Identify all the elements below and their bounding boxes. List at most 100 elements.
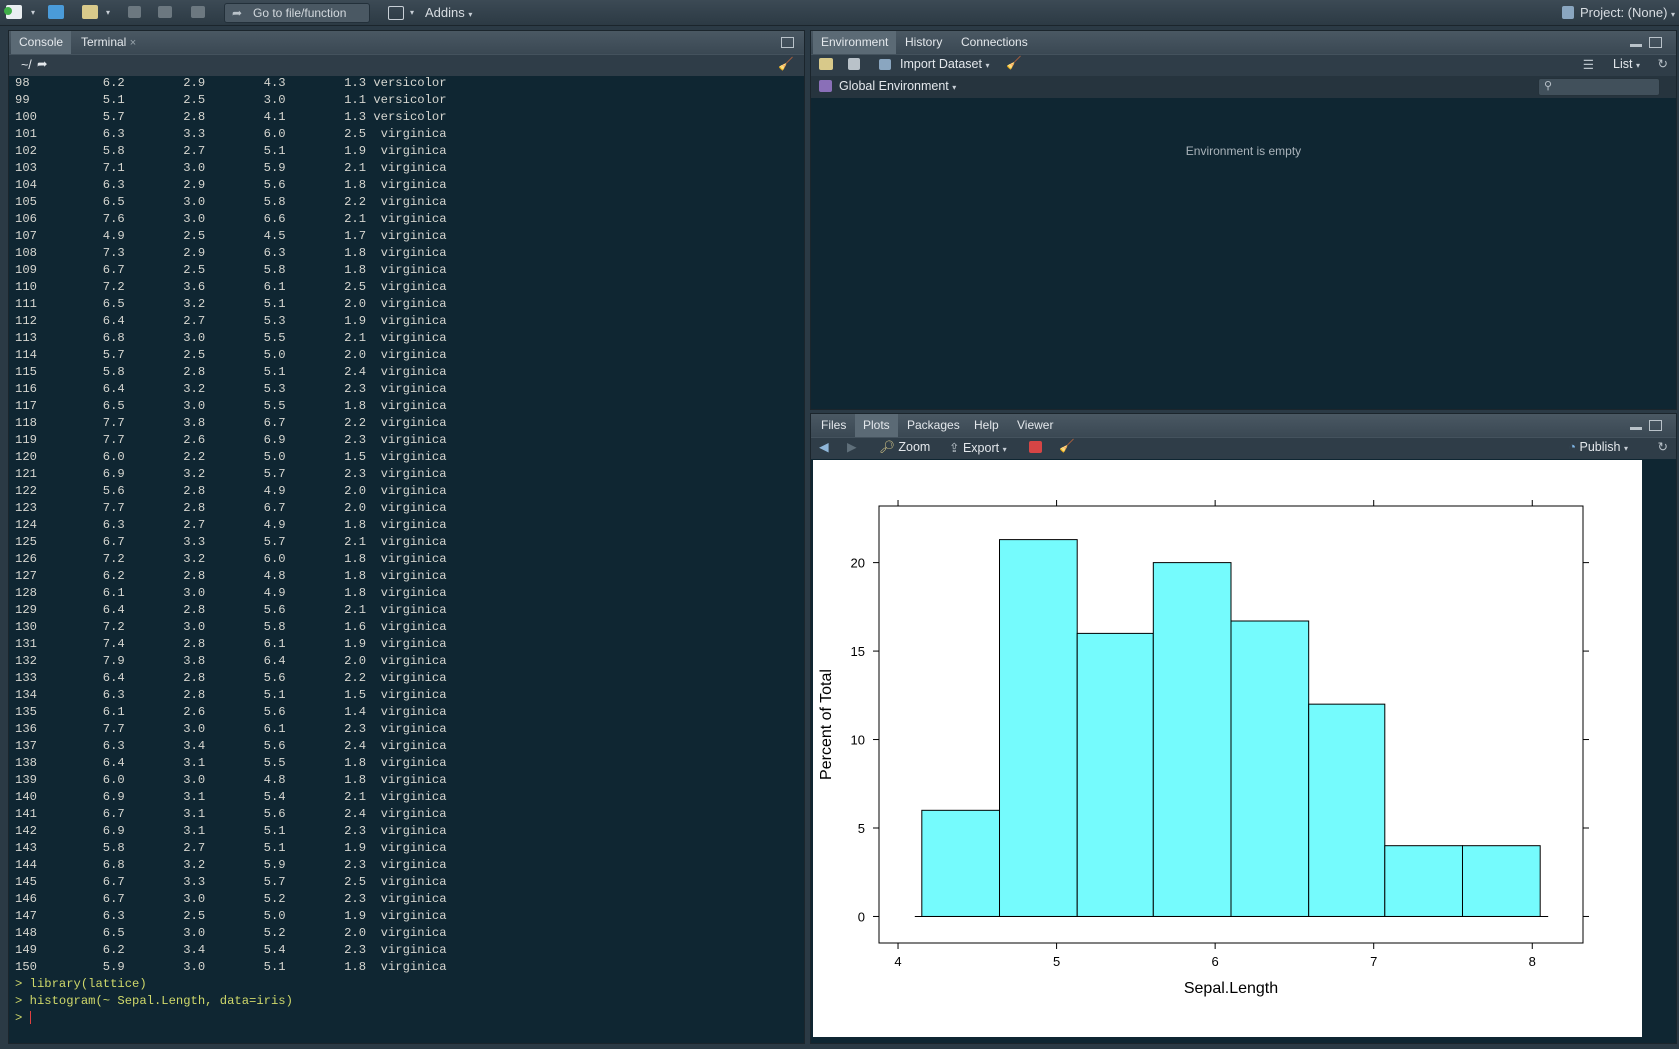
console-row: 133 6.4 2.8 5.6 2.2 virginica (15, 671, 447, 685)
console-row: 148 6.5 3.0 5.2 2.0 virginica (15, 926, 447, 940)
global-environment-dropdown[interactable]: Global Environment ▾ (839, 79, 956, 93)
save-all-icon[interactable] (158, 6, 172, 18)
histogram-bar (1308, 703, 1386, 917)
publish-button[interactable]: ◔ Publish ▾ (1568, 440, 1628, 454)
console-row: 139 6.0 3.0 4.8 1.8 virginica (15, 773, 447, 787)
minimize-icon[interactable] (1630, 427, 1642, 430)
console-row: 122 5.6 2.8 4.9 2.0 virginica (15, 484, 447, 498)
new-file-icon[interactable] (4, 5, 22, 19)
save-workspace-icon[interactable] (848, 58, 860, 70)
plots-toolbar: ◀ ▶ 🔎︎ Zoom ⇪ Export ▾ 🧹 ◔ Publish ▾ ↻ (811, 437, 1676, 459)
tab-packages[interactable]: Packages (899, 414, 968, 437)
tab-history[interactable]: History (897, 31, 950, 54)
previous-plot-icon[interactable]: ◀ (819, 439, 829, 454)
tab-files[interactable]: Files (813, 414, 854, 437)
console-row: 114 5.7 2.5 5.0 2.0 virginica (15, 348, 447, 362)
x-tick-label: 6 (1212, 954, 1219, 969)
project-icon (1562, 6, 1574, 19)
list-view-button[interactable]: List ▾ (1613, 57, 1640, 71)
console-row: 123 7.7 2.8 6.7 2.0 virginica (15, 501, 447, 515)
tab-help-label: Help (974, 418, 999, 432)
clear-plots-icon[interactable]: 🧹 (1059, 439, 1075, 454)
broom-icon[interactable]: 🧹 (1006, 56, 1022, 71)
project-menu[interactable]: Project: (None) ▾ (1580, 4, 1675, 21)
tab-terminal[interactable]: Terminal × (73, 31, 144, 54)
zoom-button[interactable]: 🔎︎ Zoom (879, 440, 930, 455)
go-to-arrow-icon: ➦ (232, 6, 243, 20)
env-toolbar: Import Dataset ▾ 🧹 ☰ List ▾ ↻ (811, 54, 1676, 76)
tab-environment[interactable]: Environment (813, 31, 897, 54)
console-row: 110 7.2 3.6 6.1 2.5 virginica (15, 280, 447, 294)
console-row: 129 6.4 2.8 5.6 2.1 virginica (15, 603, 447, 617)
close-icon[interactable]: × (130, 37, 136, 49)
refresh-icon[interactable]: ↻ (1658, 439, 1668, 454)
console-row: 103 7.1 3.0 5.9 2.1 virginica (15, 161, 447, 175)
console-row: 108 7.3 2.9 6.3 1.8 virginica (15, 246, 447, 260)
maximize-icon[interactable] (1649, 420, 1662, 431)
tab-connections-label: Connections (961, 35, 1028, 49)
x-tick-label: 4 (894, 954, 901, 969)
console-row: 127 6.2 2.8 4.8 1.8 virginica (15, 569, 447, 583)
tab-help[interactable]: Help (966, 414, 1007, 437)
console-row: 113 6.8 3.0 5.5 2.1 virginica (15, 331, 447, 345)
tab-console-label: Console (19, 35, 64, 49)
tab-console[interactable]: Console (11, 31, 72, 54)
console-row: 109 6.7 2.5 5.8 1.8 virginica (15, 263, 447, 277)
plot-area: 4 5 6 7 8 0 5 10 15 20 Sepal.Length Percent of Tota… (813, 460, 1642, 1037)
tab-viewer-label: Viewer (1017, 418, 1054, 432)
tab-plots[interactable]: Plots (855, 414, 898, 437)
plots-pane: Files Plots Packages Help Viewer ◀ ▶ 🔎︎ … (810, 413, 1677, 1044)
import-dataset-button[interactable]: Import Dataset ▾ (900, 57, 989, 71)
env-search-input[interactable]: ⚲ (1538, 78, 1660, 96)
clear-console-icon[interactable]: 🧹 (778, 57, 794, 72)
print-icon[interactable] (191, 6, 205, 18)
console-row: 150 5.9 3.0 5.1 1.8 virginica (15, 960, 447, 974)
console-row: 142 6.9 3.1 5.1 2.3 virginica (15, 824, 447, 838)
search-icon: ⚲ (1544, 80, 1553, 92)
maximize-icon[interactable] (781, 37, 794, 48)
console-row: 135 6.1 2.6 5.6 1.4 virginica (15, 705, 447, 719)
export-button[interactable]: ⇪ Export ▾ (949, 440, 1007, 455)
histogram-bar (1384, 845, 1463, 917)
load-workspace-icon[interactable] (819, 58, 833, 70)
new-file-dropdown-icon[interactable]: ▾ (31, 4, 35, 21)
new-project-icon[interactable] (48, 5, 64, 19)
workspace-panes-icon[interactable] (388, 6, 404, 20)
go-to-file-input[interactable]: ➦ Go to file/function (224, 3, 370, 23)
console-row: 104 6.3 2.9 5.6 1.8 virginica (15, 178, 447, 192)
files-tabbar: Files Plots Packages Help Viewer (811, 414, 1676, 437)
zoom-label: Zoom (898, 440, 931, 454)
env-empty-message: Environment is empty (1185, 144, 1302, 158)
tab-history-label: History (905, 35, 943, 49)
next-plot-icon[interactable]: ▶ (847, 439, 857, 454)
tab-viewer[interactable]: Viewer (1009, 414, 1061, 437)
save-icon[interactable] (128, 6, 141, 18)
text-cursor (29, 1011, 31, 1025)
console-row: 105 6.5 3.0 5.8 2.2 virginica (15, 195, 447, 209)
export-icon: ⇪ (949, 441, 960, 455)
y-axis-label: Percent of Total (818, 669, 835, 780)
console-output[interactable]: 98 6.2 2.9 4.3 1.3 versicolor 99 5.1 2.5 … (15, 75, 447, 1027)
remove-plot-icon[interactable] (1029, 441, 1042, 453)
go-to-directory-icon[interactable]: ➦ (37, 56, 47, 71)
tab-connections[interactable]: Connections (953, 31, 1036, 54)
refresh-icon[interactable]: ↻ (1658, 56, 1668, 71)
console-row: 130 7.2 3.0 5.8 1.6 virginica (15, 620, 447, 634)
console-pane: Console Terminal × ~/ ➦ 🧹 98 6.2 2.9 4.3… (8, 30, 805, 1044)
list-label: List (1613, 57, 1633, 71)
console-row: 99 5.1 2.5 3.0 1.1 versicolor (15, 93, 447, 107)
addins-menu[interactable]: Addins ▾ (425, 4, 472, 21)
tab-plots-label: Plots (863, 418, 890, 432)
maximize-icon[interactable] (1649, 37, 1662, 48)
histogram-bar (1152, 562, 1232, 917)
open-recent-dropdown-icon[interactable]: ▾ (106, 4, 110, 21)
console-row: 118 7.7 3.8 6.7 2.2 virginica (15, 416, 447, 430)
environment-icon (819, 80, 832, 92)
console-row: 131 7.4 2.8 6.1 1.9 virginica (15, 637, 447, 651)
minimize-icon[interactable] (1630, 44, 1642, 47)
console-row: 126 7.2 3.2 6.0 1.8 virginica (15, 552, 447, 566)
workspace-panes-dropdown-icon[interactable]: ▾ (410, 4, 414, 21)
env-tabbar: Environment History Connections (811, 31, 1676, 54)
console-row: 124 6.3 2.7 4.9 1.8 virginica (15, 518, 447, 532)
open-file-icon[interactable] (82, 5, 98, 19)
